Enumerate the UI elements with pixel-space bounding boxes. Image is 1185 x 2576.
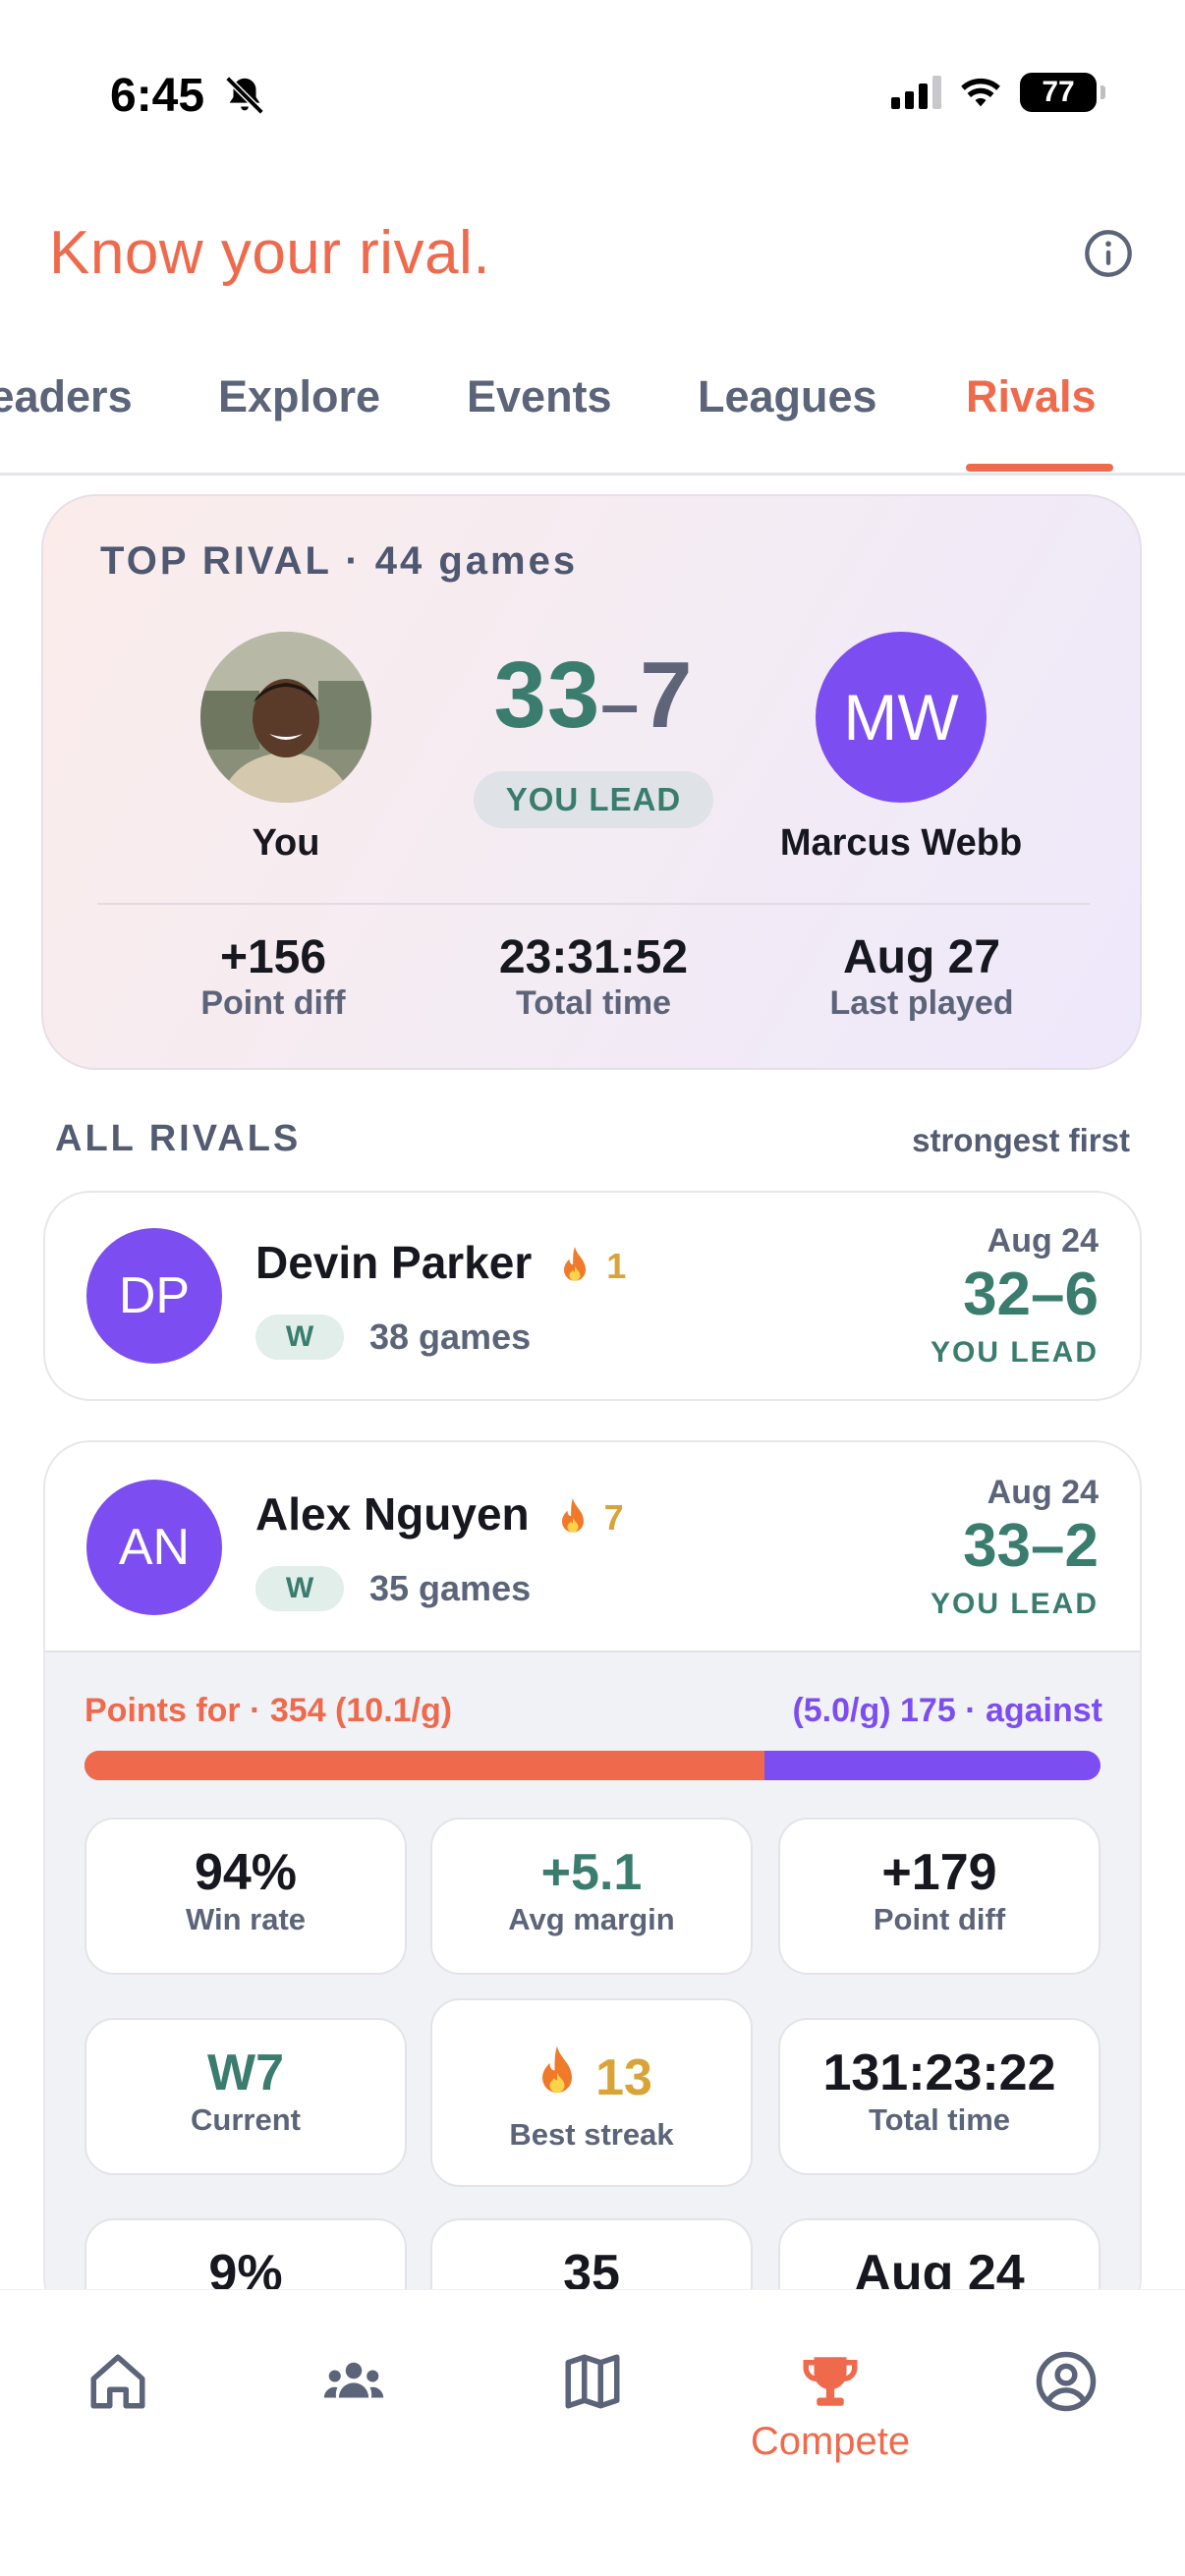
rival-card-expanded[interactable]: AN Alex Nguyen 7 W 35 games Aug 24 33–2 Y… xyxy=(43,1440,1142,2324)
avatar: MW xyxy=(816,632,987,803)
tile-label: Avg margin xyxy=(508,1902,675,1936)
stat-value: Aug 27 xyxy=(842,931,1001,983)
top-rival-card[interactable]: TOP RIVAL · 44 games You 33–7 YOU LEAD M… xyxy=(41,494,1142,1070)
tile-value-row: 13 xyxy=(432,2044,751,2107)
rival-score: 33–2 xyxy=(963,1512,1099,1580)
bell-off-icon xyxy=(225,76,264,115)
tab-leaders[interactable]: Leaders xyxy=(0,371,133,422)
nav-home[interactable] xyxy=(49,2349,187,2467)
battery-icon: 77 xyxy=(1020,73,1105,112)
tile-value: 131:23:22 xyxy=(822,2044,1056,2101)
tab-bar: Leaders Explore Events Leagues Rivals xyxy=(0,354,1185,476)
your-score: 33 xyxy=(493,643,601,748)
points-for-fill xyxy=(85,1751,764,1780)
tile-value: +179 xyxy=(881,1844,997,1901)
lead-status: YOU LEAD xyxy=(930,1336,1099,1369)
result-badge: W xyxy=(255,1566,344,1611)
points-for: Points for · 354 (10.1/g) xyxy=(85,1692,453,1729)
top-rival-label: TOP RIVAL · 44 games xyxy=(100,539,579,583)
status-bar: 6:45 77 xyxy=(0,0,1185,187)
top-rival-score: 33–7 xyxy=(417,642,770,750)
tab-events[interactable]: Events xyxy=(467,371,612,422)
score-separator: – xyxy=(600,665,641,742)
streak-count: 7 xyxy=(603,1496,624,1538)
tile-total-time: 131:23:22 Total time xyxy=(778,2018,1100,2175)
trophy-icon xyxy=(803,2357,858,2406)
you-name: You xyxy=(252,822,320,864)
rival-score: 32–6 xyxy=(963,1260,1099,1328)
bottom-nav: Compete xyxy=(0,2289,1185,2576)
opponent-name: Marcus Webb xyxy=(779,822,1023,864)
fire-icon xyxy=(542,2045,573,2093)
active-tab-indicator xyxy=(966,464,1113,472)
last-played-date: Aug 24 xyxy=(987,1222,1099,1260)
avatar: AN xyxy=(86,1480,222,1615)
last-played-date: Aug 24 xyxy=(987,1474,1099,1511)
stat-last-played: Aug 27 Last played xyxy=(774,930,1069,1023)
status-icons: 77 xyxy=(891,73,1105,112)
tile-best-streak: 13 Best streak xyxy=(430,1998,753,2187)
rival-name-text: Alex Nguyen xyxy=(255,1488,530,1540)
tile-value: 94% xyxy=(194,1844,298,1901)
rival-name-text: Devin Parker xyxy=(255,1237,533,1288)
stat-point-diff: +156 Point diff xyxy=(126,930,421,1023)
tile-label: Win rate xyxy=(185,1902,307,1936)
tab-rivals[interactable]: Rivals xyxy=(966,371,1097,422)
result-badge: W xyxy=(255,1315,344,1360)
stat-label: Total time xyxy=(515,984,672,1022)
sort-label[interactable]: strongest first xyxy=(912,1122,1130,1159)
fire-icon xyxy=(561,1497,584,1533)
tile-avg-margin: +5.1 Avg margin xyxy=(430,1818,753,1975)
rival-name: Devin Parker 1 xyxy=(255,1236,626,1289)
opponent-score: 7 xyxy=(640,643,694,748)
games-count: 38 games xyxy=(369,1316,532,1357)
fire-icon xyxy=(564,1246,587,1281)
nav-community[interactable] xyxy=(285,2349,423,2467)
games-count: 35 games xyxy=(369,1568,532,1608)
tile-label: Point diff xyxy=(873,1902,1006,1936)
tile-label: Best streak xyxy=(509,2117,674,2152)
avatar: DP xyxy=(86,1228,222,1364)
tile-label: Total time xyxy=(868,2102,1011,2137)
signal-icon xyxy=(891,76,941,109)
people-icon xyxy=(323,2362,384,2398)
rival-details: Points for · 354 (10.1/g) (5.0/g) 175 · … xyxy=(45,1651,1140,2323)
page-title: Know your rival. xyxy=(49,219,491,287)
points-against: (5.0/g) 175 · against xyxy=(792,1692,1102,1729)
map-icon xyxy=(565,2354,620,2409)
stat-value: +156 xyxy=(219,931,327,983)
tile-value: +5.1 xyxy=(540,1844,643,1901)
info-icon[interactable] xyxy=(1083,228,1134,279)
rival-card[interactable]: DP Devin Parker 1 W 38 games Aug 24 32–6 … xyxy=(43,1191,1142,1401)
points-ratio-bar xyxy=(85,1751,1100,1780)
stat-value: 23:31:52 xyxy=(498,931,689,983)
tab-explore[interactable]: Explore xyxy=(218,371,380,422)
status-time: 6:45 xyxy=(110,70,205,122)
tile-current-streak: W7 Current xyxy=(85,2018,407,2175)
tile-point-diff: +179 Point diff xyxy=(778,1818,1100,1975)
divider xyxy=(97,903,1090,905)
section-title: ALL RIVALS xyxy=(55,1118,302,1159)
stat-label: Point diff xyxy=(200,984,346,1022)
tile-label: Current xyxy=(191,2102,301,2137)
home-icon xyxy=(90,2354,145,2409)
tab-leagues[interactable]: Leagues xyxy=(698,371,877,422)
nav-map[interactable] xyxy=(524,2349,661,2467)
stat-label: Last played xyxy=(829,984,1014,1022)
tile-value: W7 xyxy=(207,2044,284,2101)
nav-label-compete: Compete xyxy=(750,2420,911,2463)
avatar xyxy=(200,632,371,803)
nav-profile[interactable] xyxy=(997,2349,1135,2467)
tile-value: 13 xyxy=(595,2049,652,2106)
lead-status: YOU LEAD xyxy=(930,1588,1099,1620)
stat-total-time: 23:31:52 Total time xyxy=(446,930,741,1023)
streak-count: 1 xyxy=(606,1245,627,1286)
rival-name: Alex Nguyen 7 xyxy=(255,1487,624,1540)
nav-compete[interactable]: Compete xyxy=(732,2349,929,2467)
tile-win-rate: 94% Win rate xyxy=(85,1818,407,1975)
wifi-icon xyxy=(961,78,1000,107)
profile-icon xyxy=(1036,2351,1097,2412)
lead-badge: YOU LEAD xyxy=(474,771,713,828)
